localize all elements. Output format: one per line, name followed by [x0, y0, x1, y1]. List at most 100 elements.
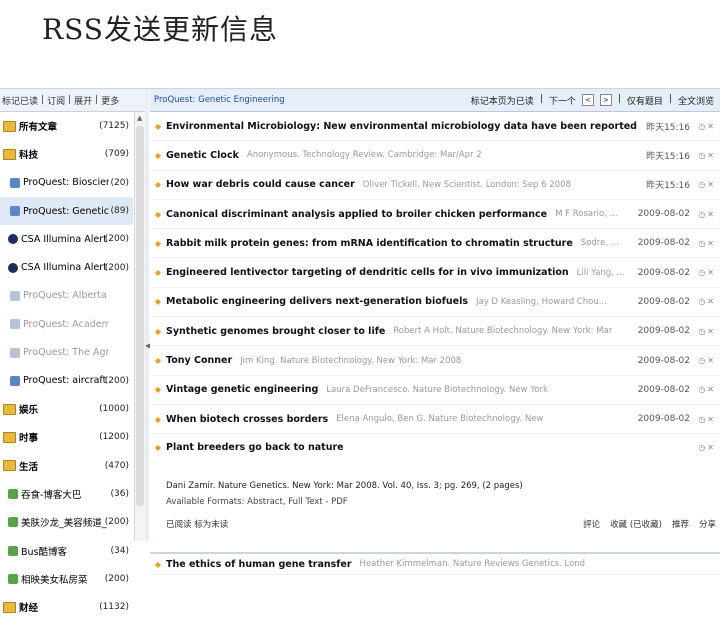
scroll-up-icon[interactable]: ▲: [137, 114, 142, 122]
next-button[interactable]: 下一个: [549, 94, 576, 107]
article-meta: Lili Yang, ...: [576, 267, 625, 278]
mark-page-read-button[interactable]: 标记本页为已读: [471, 94, 534, 107]
article-tools-icons[interactable]: ◷✕: [698, 356, 716, 365]
tree-category[interactable]: 时事 (1200): [0, 423, 133, 451]
article-title[interactable]: Vintage genetic engineering: [166, 384, 318, 395]
article-title[interactable]: The ethics of human gene transfer: [166, 559, 352, 570]
unread-count: (34): [110, 545, 129, 556]
article-tools-icons[interactable]: ◷✕: [698, 415, 716, 424]
tree-feed[interactable]: 吞食-博客大巴 (36): [0, 480, 133, 508]
folder-icon: [3, 601, 16, 613]
article-formats[interactable]: Available Formats: Abstract, Full Text -…: [166, 494, 523, 510]
tree-feed[interactable]: CSA Illumina Alert: Ed...(200): [0, 253, 133, 281]
article-title[interactable]: Genetic Clock: [166, 150, 239, 161]
recommend-button[interactable]: 推荐: [672, 518, 689, 530]
tree-category[interactable]: 科技 (709): [0, 140, 133, 168]
folder-icon: [3, 460, 16, 472]
article-title[interactable]: Synthetic genomes brought closer to life: [166, 326, 385, 337]
article-row[interactable]: ◆ Canonical discriminant analysis applied…: [150, 200, 720, 230]
star-icon[interactable]: ◆: [152, 415, 164, 424]
article-row[interactable]: ◆ How war debris could cause cancer Oliver…: [150, 171, 720, 200]
subscribe-button[interactable]: 订阅: [47, 94, 65, 107]
prev-page-icon[interactable]: <: [581, 94, 594, 106]
tree-feed[interactable]: ProQuest: Genetic En...(89): [0, 196, 133, 226]
tree-feed[interactable]: ProQuest: Bioscience...(20): [0, 169, 133, 197]
star-icon[interactable]: ◆: [152, 443, 164, 452]
article-title[interactable]: Engineered lentivector targeting of dend…: [166, 267, 569, 278]
left-scrollbar[interactable]: ▲: [134, 112, 145, 541]
article-row[interactable]: ◆ Tony Conner Jim King. Nature Biotechnolo…: [150, 346, 720, 376]
article-meta: Laura DeFrancesco. Nature Biotechnology.…: [326, 384, 548, 395]
article-row[interactable]: ◆ Environmental Microbiology: New environ…: [150, 112, 720, 142]
unread-count: (20): [110, 177, 129, 188]
tree-feed[interactable]: ProQuest: Alberta Jou...: [0, 282, 133, 310]
article-row[interactable]: ◆ The ethics of human gene transfer Heat…: [150, 554, 720, 576]
tree-category[interactable]: 财经 (1132): [0, 593, 133, 621]
full-text-button[interactable]: 全文浏览: [678, 94, 714, 107]
tree-feed[interactable]: CSA Illumina Alert: K...(200): [0, 225, 133, 253]
star-icon[interactable]: ◆: [152, 210, 164, 219]
tree-feed[interactable]: ProQuest: aircraft (200): [0, 367, 133, 395]
article-tools-icons[interactable]: ◷✕: [698, 443, 716, 452]
tree-category[interactable]: 所有文章 (7125): [0, 112, 133, 140]
article-tools-icons[interactable]: ◷✕: [698, 268, 716, 277]
star-icon[interactable]: ◆: [152, 560, 164, 569]
article-title[interactable]: Tony Conner: [166, 355, 232, 366]
title-only-button[interactable]: 仅有题目: [627, 94, 663, 107]
tree-feed[interactable]: 美肤沙龙_美容频道_... (200): [0, 508, 133, 536]
article-row[interactable]: ◆ Genetic Clock Anonymous. Technology Revi…: [150, 141, 720, 171]
star-icon[interactable]: ◆: [152, 151, 164, 160]
mark-read-button[interactable]: 标记已读: [2, 94, 38, 107]
article-title[interactable]: Canonical discriminant analysis applied …: [166, 209, 547, 220]
star-icon[interactable]: ◆: [152, 122, 164, 131]
more-button[interactable]: 更多: [101, 94, 119, 107]
article-title[interactable]: How war debris could cause cancer: [166, 179, 355, 190]
article-tools-icons[interactable]: ◷✕: [698, 327, 716, 336]
tree-feed[interactable]: 相映美女私房菜 (200): [0, 565, 133, 593]
star-icon[interactable]: ◆: [152, 327, 164, 336]
tree-feed[interactable]: Bus酷博客 (34): [0, 536, 133, 564]
article-tools-icons[interactable]: ◷✕: [698, 239, 716, 248]
article-title[interactable]: When biotech crosses borders: [166, 414, 328, 425]
comment-button[interactable]: 評论: [583, 518, 600, 530]
article-title[interactable]: Plant breeders go back to nature: [166, 442, 344, 453]
pane-splitter[interactable]: ◀: [145, 89, 151, 541]
star-icon[interactable]: ◆: [152, 385, 164, 394]
rss-feed-icon: [10, 290, 20, 301]
article-tools-icons[interactable]: ◷✕: [698, 297, 716, 306]
blog-feed-icon: [8, 489, 18, 499]
star-icon[interactable]: ◆: [152, 356, 164, 365]
share-button[interactable]: 分享: [699, 518, 716, 530]
article-tools-icons[interactable]: ◷✕: [698, 210, 716, 219]
star-icon[interactable]: ◆: [152, 239, 164, 248]
tree-feed[interactable]: ProQuest: The Agricul...: [0, 338, 133, 366]
article-tools-icons[interactable]: ◷✕: [698, 122, 716, 131]
next-page-icon[interactable]: >: [599, 94, 612, 106]
article-row[interactable]: ◆ Vintage genetic engineering Laura DeFran…: [150, 376, 720, 405]
scroll-thumb[interactable]: [136, 126, 144, 506]
tree-category[interactable]: 生活 (470): [0, 452, 133, 480]
expand-button[interactable]: 展开: [74, 94, 92, 107]
unread-count: (1000): [99, 404, 129, 415]
article-tools-icons[interactable]: ◷✕: [698, 385, 716, 394]
right-toolbar: ProQuest: Genetic Engineering 标记本页为已读 | 下…: [150, 89, 720, 112]
article-meta: Jim King. Nature Biotechnology. New York…: [240, 355, 462, 366]
tree-feed[interactable]: ProQuest: Academic ...: [0, 310, 133, 338]
article-title[interactable]: Rabbit milk protein genes: from mRNA ide…: [166, 238, 573, 249]
star-icon[interactable]: ◆: [152, 180, 164, 189]
article-title[interactable]: Metabolic engineering delivers next-gene…: [166, 296, 468, 307]
article-row[interactable]: ◆ Rabbit milk protein genes: from mRNA id…: [150, 229, 720, 259]
favorite-button[interactable]: 收藏 (已收藏): [610, 518, 662, 530]
article-title[interactable]: Environmental Microbiology: New environm…: [166, 121, 637, 132]
read-actions[interactable]: 已阅读 标为未读: [166, 518, 228, 530]
article-row[interactable]: ◆ Synthetic genomes brought closer to lif…: [150, 317, 720, 347]
article-tools-icons[interactable]: ◷✕: [698, 180, 716, 189]
expanded-article[interactable]: ◆ Plant breeders go back to nature ◷✕ Da…: [150, 434, 720, 555]
tree-category[interactable]: 娱乐 (1000): [0, 395, 133, 423]
star-icon[interactable]: ◆: [152, 268, 164, 277]
article-tools-icons[interactable]: ◷✕: [698, 151, 716, 160]
article-row[interactable]: ◆ Engineered lentivector targeting of den…: [150, 258, 720, 288]
star-icon[interactable]: ◆: [152, 297, 164, 306]
article-row[interactable]: ◆ When biotech crosses borders Elena Angul…: [150, 405, 720, 435]
article-row[interactable]: ◆ Metabolic engineering delivers next-gen…: [150, 288, 720, 318]
